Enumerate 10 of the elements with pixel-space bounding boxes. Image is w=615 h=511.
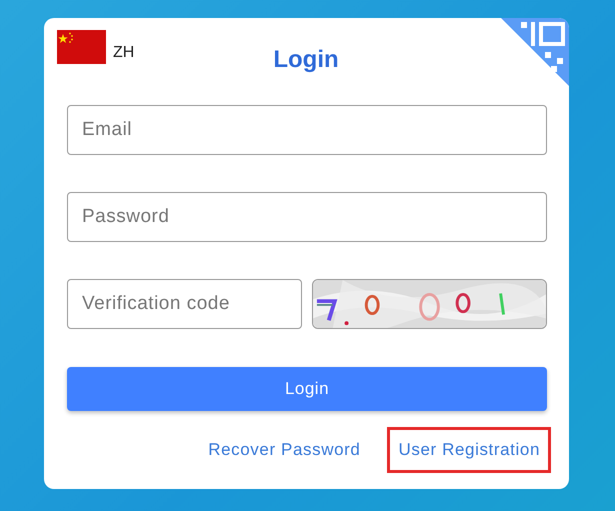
input-field[interactable]: Password xyxy=(67,192,547,242)
input-field[interactable]: Email xyxy=(67,105,547,155)
language-code[interactable]: ZH xyxy=(113,44,134,62)
verification-code-field[interactable]: Verification code xyxy=(67,279,302,329)
link[interactable]: Recover Password xyxy=(197,427,372,473)
link[interactable]: User Registration xyxy=(387,427,551,473)
login-button[interactable]: Login xyxy=(67,367,547,411)
qr-code-icon[interactable] xyxy=(501,18,569,86)
flag-icon[interactable] xyxy=(57,30,106,64)
login-title: Login xyxy=(273,46,339,74)
